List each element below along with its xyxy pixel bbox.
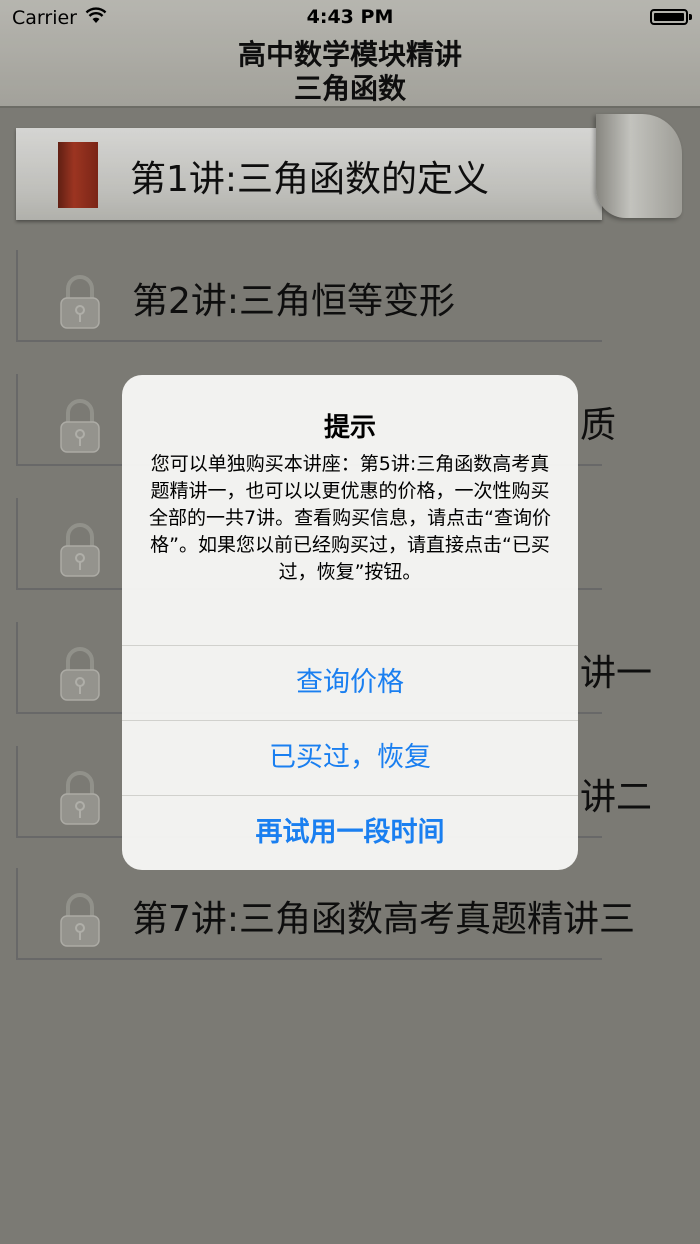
alert-message: 您可以单独购买本讲座：第5讲:三角函数高考真题精讲一，也可以以更优惠的价格，一次… bbox=[149, 453, 551, 583]
check-price-button[interactable]: 查询价格 bbox=[122, 645, 578, 720]
restore-purchase-button[interactable]: 已买过，恢复 bbox=[122, 720, 578, 795]
alert-title: 提示 bbox=[323, 413, 376, 443]
purchase-alert-dialog: 提示 您可以单独购买本讲座：第5讲:三角函数高考真题精讲一，也可以以更优惠的价格… bbox=[122, 375, 578, 870]
continue-trial-button[interactable]: 再试用一段时间 bbox=[122, 795, 578, 870]
